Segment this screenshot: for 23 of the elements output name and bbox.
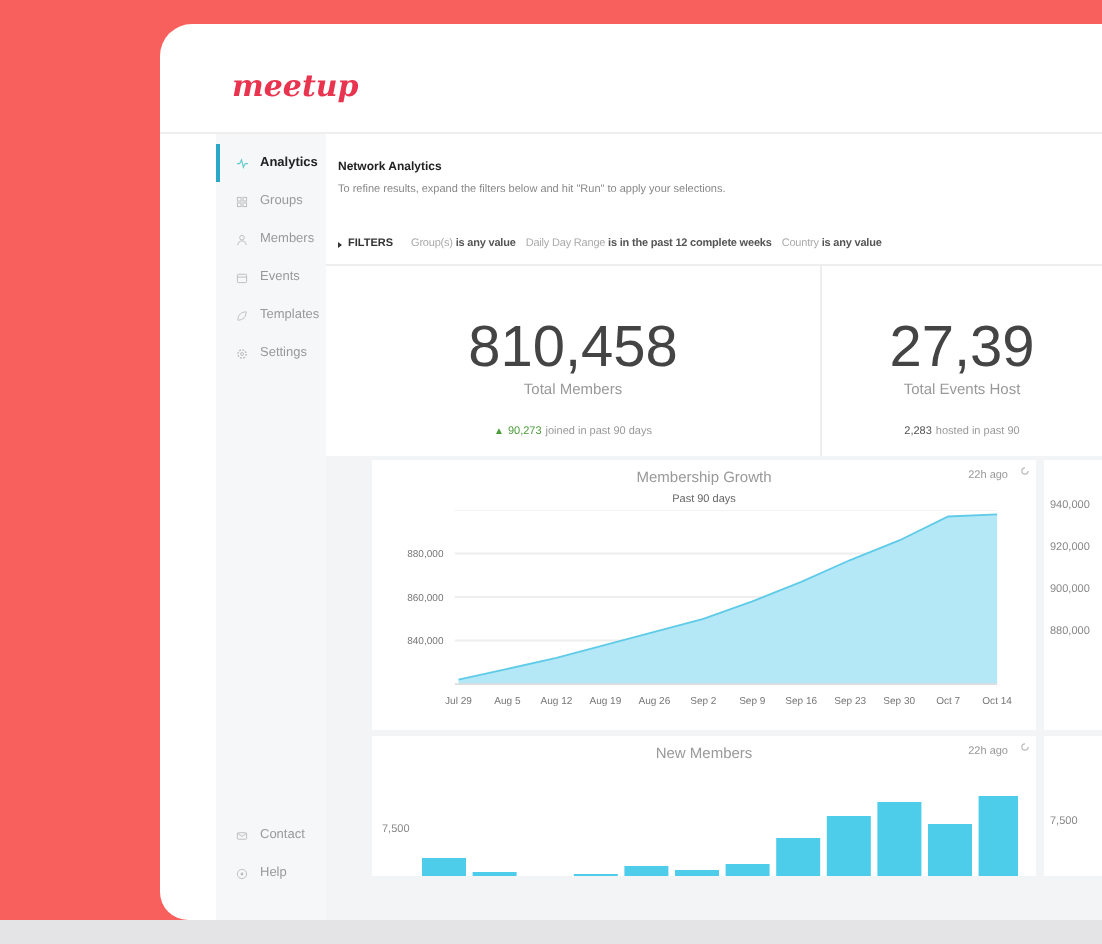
calendar-icon [236,271,248,283]
envelope-icon [236,829,248,841]
bar [775,838,820,876]
caret-icon [338,241,342,247]
grid-icon [236,195,248,207]
bar [674,870,719,876]
bar [826,816,871,876]
bar [421,858,466,876]
refresh-icon[interactable] [1020,742,1030,752]
bar [978,796,1018,876]
bar [623,866,668,876]
person-icon [236,233,248,245]
settings-icon [236,347,248,359]
help-icon [236,867,248,879]
stat-value: 810,458 [468,318,678,378]
bar [927,824,972,876]
refresh-icon[interactable] [1020,466,1030,476]
logo: meetup [232,68,359,104]
bar [876,802,921,876]
pulse-icon [236,157,248,169]
leaf-icon [236,309,248,321]
stat-value: 27,39 [889,318,1035,378]
bar [725,864,770,876]
